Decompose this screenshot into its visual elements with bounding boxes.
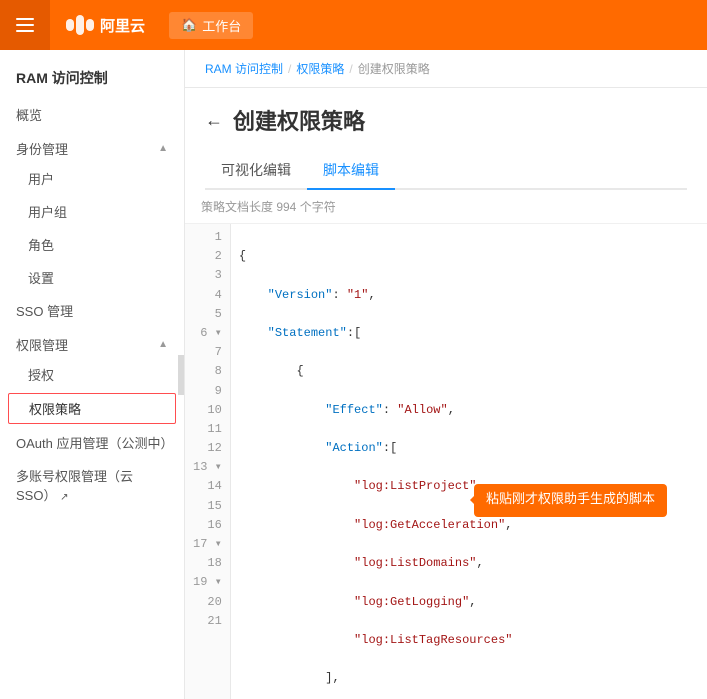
- aliyun-logo-icon: [66, 15, 94, 35]
- breadcrumb-current: 创建权限策略: [358, 60, 430, 77]
- hamburger-icon: [16, 18, 34, 32]
- sidebar-item-policies[interactable]: 权限策略: [8, 393, 176, 424]
- sidebar-item-multi-account[interactable]: 多账号权限管理（云 SSO） ↗: [0, 459, 184, 511]
- chevron-up-icon-2: ▲: [158, 339, 168, 350]
- page-header: ← 创建权限策略 可视化编辑 脚本编辑: [185, 88, 707, 190]
- sidebar-collapse-handle[interactable]: ‹: [178, 355, 185, 395]
- breadcrumb-sep-2: /: [349, 62, 352, 76]
- sidebar-section-identity[interactable]: 身份管理 ▲: [0, 131, 184, 162]
- code-info-bar: 策略文档长度 994 个字符: [185, 190, 707, 224]
- sidebar-identity-label: 身份管理: [16, 139, 68, 158]
- code-section: 策略文档长度 994 个字符 1 2 3 4 5 6 ▾ 7 8 9 10 11…: [185, 190, 707, 699]
- home-icon: 🏠: [181, 17, 197, 33]
- sidebar: RAM 访问控制 概览 身份管理 ▲ 用户 用户组 角色 设置 SSO 管理 权…: [0, 50, 185, 699]
- code-content[interactable]: { "Version": "1", "Statement":[ { "Effec…: [231, 224, 707, 699]
- back-arrow-icon[interactable]: ←: [205, 110, 223, 131]
- main-layout: RAM 访问控制 概览 身份管理 ▲ 用户 用户组 角色 设置 SSO 管理 权…: [0, 50, 707, 699]
- breadcrumb-ram[interactable]: RAM 访问控制: [205, 60, 283, 77]
- page-title: 创建权限策略: [233, 104, 365, 136]
- page-title-row: ← 创建权限策略: [205, 104, 687, 136]
- tab-visual[interactable]: 可视化编辑: [205, 152, 307, 190]
- sidebar-item-usergroups[interactable]: 用户组: [0, 195, 184, 228]
- sidebar-item-overview[interactable]: 概览: [0, 98, 184, 131]
- sidebar-item-settings[interactable]: 设置: [0, 261, 184, 294]
- sidebar-item-authorize[interactable]: 授权: [0, 358, 184, 391]
- sidebar-item-roles[interactable]: 角色: [0, 228, 184, 261]
- breadcrumb: RAM 访问控制 / 权限策略 / 创建权限策略: [185, 50, 707, 88]
- hamburger-menu[interactable]: [0, 0, 50, 50]
- breadcrumb-sep-1: /: [288, 62, 291, 76]
- workspace-label: 工作台: [202, 16, 241, 35]
- breadcrumb-policies[interactable]: 权限策略: [296, 60, 344, 77]
- line-numbers: 1 2 3 4 5 6 ▾ 7 8 9 10 11 12 13 ▾ 14 15 …: [185, 224, 231, 699]
- sidebar-item-users[interactable]: 用户: [0, 162, 184, 195]
- external-link-icon: ↗: [60, 492, 68, 503]
- sidebar-title: RAM 访问控制: [0, 58, 184, 98]
- content-area: RAM 访问控制 / 权限策略 / 创建权限策略 ← 创建权限策略 可视化编辑 …: [185, 50, 707, 699]
- sidebar-item-sso[interactable]: SSO 管理: [0, 294, 184, 327]
- tab-script[interactable]: 脚本编辑: [307, 152, 395, 190]
- workspace-breadcrumb[interactable]: 🏠 工作台: [169, 12, 253, 39]
- sidebar-item-oauth[interactable]: OAuth 应用管理（公测中）: [0, 426, 184, 459]
- code-editor[interactable]: 1 2 3 4 5 6 ▾ 7 8 9 10 11 12 13 ▾ 14 15 …: [185, 224, 707, 699]
- logo-text: 阿里云: [100, 15, 145, 36]
- sidebar-section-permissions[interactable]: 权限管理 ▲: [0, 327, 184, 358]
- logo: 阿里云: [50, 15, 161, 36]
- top-navigation: 阿里云 🏠 工作台: [0, 0, 707, 50]
- sidebar-permissions-label: 权限管理: [16, 335, 68, 354]
- chevron-up-icon: ▲: [158, 143, 168, 154]
- tabs: 可视化编辑 脚本编辑: [205, 152, 687, 190]
